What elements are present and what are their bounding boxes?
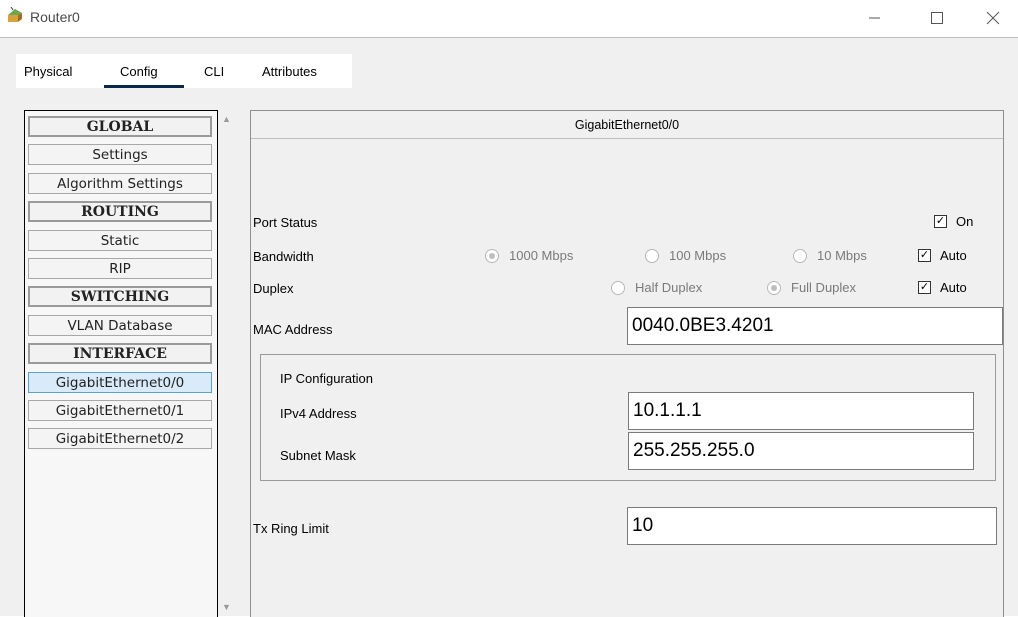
minimize-button[interactable] (852, 0, 898, 36)
sidebar-header-interface[interactable]: INTERFACE (28, 343, 212, 364)
sidebar-header-global[interactable]: GLOBAL (28, 116, 212, 137)
window-title: Router0 (30, 9, 80, 25)
scroll-up-icon[interactable]: ▲ (218, 110, 235, 127)
bandwidth-1000-radio[interactable]: 1000 Mbps (485, 248, 573, 263)
bandwidth-label: Bandwidth (253, 249, 314, 264)
sidebar-item-gigabitethernet0-2[interactable]: GigabitEthernet0/2 (28, 428, 212, 449)
maximize-button[interactable] (914, 0, 960, 36)
duplex-half-label: Half Duplex (635, 280, 703, 295)
tab-bar: Physical Config CLI Attributes (16, 54, 352, 88)
window-content: Physical Config CLI Attributes GLOBAL Se… (0, 38, 1018, 617)
maximize-icon (931, 12, 943, 24)
radio-selected-icon (767, 280, 781, 295)
minimize-icon (869, 17, 880, 19)
ipv4-address-label: IPv4 Address (280, 406, 357, 421)
sidebar-header-routing[interactable]: ROUTING (28, 201, 212, 222)
sidebar-item-gigabitethernet0-0[interactable]: GigabitEthernet0/0 (28, 372, 212, 393)
router-app-icon (8, 7, 22, 22)
subnet-mask-label: Subnet Mask (280, 448, 356, 463)
interface-panel: GigabitEthernet0/0 Port Status ✓ On Band… (250, 110, 1004, 617)
sidebar-scrollbar[interactable]: ▲ ▼ (218, 110, 235, 616)
config-sidebar: GLOBAL Settings Algorithm Settings ROUTI… (24, 110, 218, 617)
tab-attributes[interactable]: Attributes (262, 64, 317, 79)
duplex-half-radio[interactable]: Half Duplex (611, 280, 702, 295)
checkbox-checked-icon: ✓ (934, 215, 947, 228)
radio-icon (611, 280, 625, 295)
sidebar-item-rip[interactable]: RIP (28, 258, 212, 279)
checkbox-checked-icon: ✓ (918, 249, 931, 262)
port-status-label: Port Status (253, 215, 318, 230)
sidebar-item-vlan-database[interactable]: VLAN Database (28, 315, 212, 336)
duplex-full-label: Full Duplex (791, 280, 857, 295)
active-tab-indicator (104, 85, 184, 88)
sidebar-item-settings[interactable]: Settings (28, 144, 212, 165)
bandwidth-1000-label: 1000 Mbps (509, 248, 574, 263)
interface-title: GigabitEthernet0/0 (251, 111, 1003, 139)
port-on-checkbox[interactable]: ✓ On (934, 214, 973, 229)
ip-configuration-title: IP Configuration (280, 371, 373, 386)
duplex-full-radio[interactable]: Full Duplex (767, 280, 856, 295)
tab-physical[interactable]: Physical (24, 64, 72, 79)
tx-ring-limit-label: Tx Ring Limit (253, 521, 329, 536)
sidebar-item-static[interactable]: Static (28, 230, 212, 251)
close-icon (986, 11, 1000, 25)
bandwidth-auto-label: Auto (940, 248, 967, 263)
bandwidth-auto-checkbox[interactable]: ✓ Auto (918, 248, 967, 263)
mac-address-label: MAC Address (253, 322, 333, 337)
title-bar: Router0 (0, 0, 1018, 38)
bandwidth-10-radio[interactable]: 10 Mbps (793, 248, 867, 263)
radio-selected-icon (485, 248, 499, 263)
bandwidth-10-label: 10 Mbps (817, 248, 867, 263)
sidebar-item-gigabitethernet0-1[interactable]: GigabitEthernet0/1 (28, 400, 212, 421)
bandwidth-100-radio[interactable]: 100 Mbps (645, 248, 726, 263)
ip-configuration-group: IP Configuration IPv4 Address 10.1.1.1 S… (260, 354, 996, 481)
checkbox-checked-icon: ✓ (918, 281, 931, 294)
duplex-auto-checkbox[interactable]: ✓ Auto (918, 280, 967, 295)
radio-icon (793, 248, 807, 263)
tx-ring-limit-field[interactable]: 10 (627, 507, 997, 545)
sidebar-header-switching[interactable]: SWITCHING (28, 286, 212, 307)
bandwidth-100-label: 100 Mbps (669, 248, 727, 263)
subnet-mask-field[interactable]: 255.255.255.0 (628, 432, 974, 470)
close-button[interactable] (970, 0, 1016, 36)
sidebar-item-algorithm-settings[interactable]: Algorithm Settings (28, 173, 212, 194)
duplex-auto-label: Auto (940, 280, 967, 295)
port-on-label: On (956, 214, 974, 229)
ipv4-address-field[interactable]: 10.1.1.1 (628, 392, 974, 430)
scroll-down-icon[interactable]: ▼ (218, 598, 235, 615)
duplex-label: Duplex (253, 281, 294, 296)
mac-address-field[interactable]: 0040.0BE3.4201 (627, 307, 1003, 345)
tab-cli[interactable]: CLI (204, 64, 224, 79)
radio-icon (645, 248, 659, 263)
tab-config[interactable]: Config (120, 64, 158, 79)
